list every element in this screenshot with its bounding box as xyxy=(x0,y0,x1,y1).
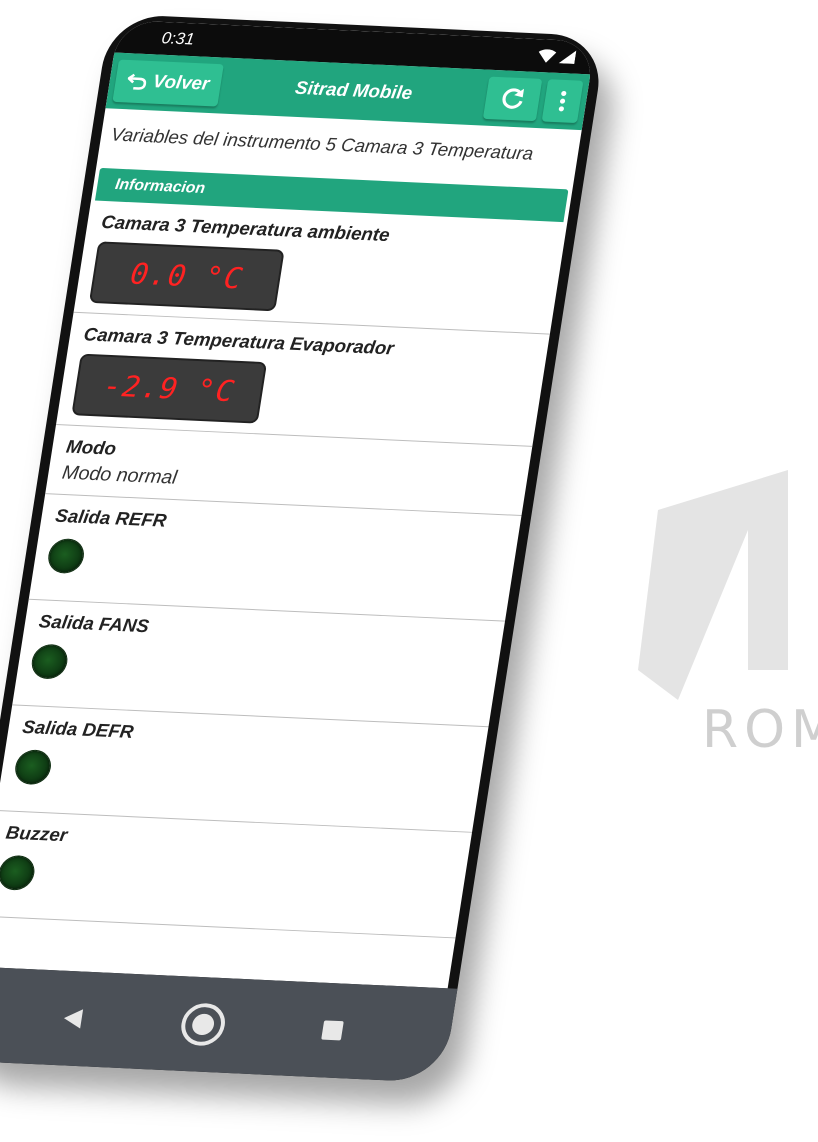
item-title: Buzzer xyxy=(4,823,69,847)
list-item-buzzer: Buzzer xyxy=(0,810,472,939)
app-title: Sitrad Mobile xyxy=(293,78,414,104)
item-title: Salida DEFR xyxy=(20,717,135,743)
lcd-display: -2.9 °C xyxy=(71,353,268,424)
refresh-button[interactable] xyxy=(482,76,543,122)
nav-recents-icon xyxy=(321,1020,344,1041)
nav-back-icon xyxy=(63,1009,84,1029)
item-title: Salida FANS xyxy=(37,611,151,638)
nav-home-icon xyxy=(181,1003,225,1046)
nav-back-button[interactable] xyxy=(58,1005,87,1031)
nav-home-button[interactable] xyxy=(176,1000,230,1048)
list-item-temp-ambiente: Camara 3 Temperatura ambiente 0.0 °C xyxy=(73,200,568,335)
refresh-icon xyxy=(502,88,525,109)
status-icons xyxy=(537,49,577,64)
nav-recents-button[interactable] xyxy=(319,1018,346,1042)
signal-icon xyxy=(558,50,577,64)
page: ROM 0:31 xyxy=(0,0,818,1142)
status-led-icon xyxy=(13,750,53,785)
back-button[interactable]: Volver xyxy=(112,59,225,107)
item-title: Salida REFR xyxy=(53,506,168,532)
overflow-menu-button[interactable] xyxy=(541,79,584,124)
wifi-icon xyxy=(538,49,557,63)
status-led-icon xyxy=(0,855,36,890)
back-button-label: Volver xyxy=(151,71,211,95)
status-led-icon xyxy=(46,538,86,574)
lcd-display: 0.0 °C xyxy=(88,241,285,312)
phone-mockup: 0:31 Volver Sitrad Mobile Variables del … xyxy=(0,10,818,1093)
status-time: 0:31 xyxy=(160,28,196,49)
list-item-temp-evaporador: Camara 3 Temperatura Evaporador -2.9 °C xyxy=(55,312,550,447)
undo-arrow-icon xyxy=(126,73,147,90)
overflow-menu-icon xyxy=(558,90,567,112)
status-led-icon xyxy=(30,644,69,679)
